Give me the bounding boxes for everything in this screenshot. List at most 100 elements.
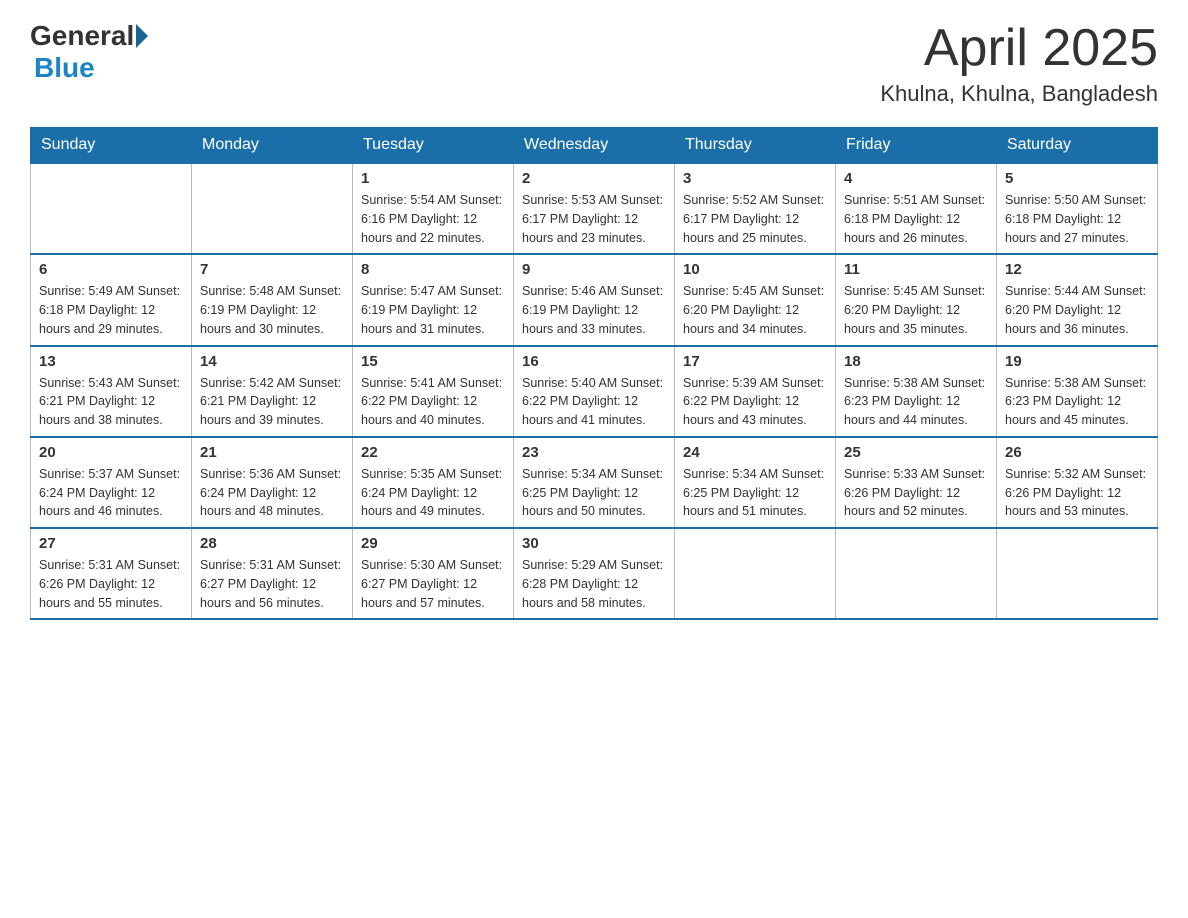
calendar-cell: 16Sunrise: 5:40 AM Sunset: 6:22 PM Dayli… [514,346,675,437]
calendar-cell: 8Sunrise: 5:47 AM Sunset: 6:19 PM Daylig… [353,254,514,345]
calendar-week-row: 13 Sunrise: 5:43 AM Sunset: 6:21 PM Dayli… [31,346,1158,437]
day-number: 18 [844,353,988,370]
calendar-cell: 5 Sunrise: 5:50 AM Sunset: 6:18 PM Daylig… [997,163,1158,254]
day-number: 16 [522,353,666,370]
day-number: 20 [39,444,183,461]
calendar-week-row: 6Sunrise: 5:49 AM Sunset: 6:18 PM Daylig… [31,254,1158,345]
day-info: Sunrise: 5:45 AM Sunset: 6:20 PM Dayligh… [683,282,827,338]
day-info: Sunrise: 5:32 AM Sunset: 6:26 PM Dayligh… [1005,465,1149,521]
day-info: Sunrise: 5:31 AM Sunset: 6:27 PM Dayligh… [200,556,344,612]
day-number: 27 [39,535,183,552]
day-number: 21 [200,444,344,461]
day-number: 9 [522,261,666,278]
day-info: Sunrise: 5:43 AM Sunset: 6:21 PM Dayligh… [39,374,183,430]
calendar-week-row: 27 Sunrise: 5:31 AM Sunset: 6:26 PM Dayli… [31,528,1158,619]
day-number: 15 [361,353,505,370]
calendar-week-row: 20 Sunrise: 5:37 AM Sunset: 6:24 PM Dayli… [31,437,1158,528]
day-info: Sunrise: 5:48 AM Sunset: 6:19 PM Dayligh… [200,282,344,338]
calendar-cell: 21 Sunrise: 5:36 AM Sunset: 6:24 PM Dayli… [192,437,353,528]
day-number: 1 [361,170,505,187]
day-info: Sunrise: 5:35 AM Sunset: 6:24 PM Dayligh… [361,465,505,521]
day-info: Sunrise: 5:54 AM Sunset: 6:16 PM Dayligh… [361,191,505,247]
weekday-header-thursday: Thursday [675,128,836,164]
day-number: 24 [683,444,827,461]
weekday-header-tuesday: Tuesday [353,128,514,164]
day-info: Sunrise: 5:38 AM Sunset: 6:23 PM Dayligh… [844,374,988,430]
day-number: 6 [39,261,183,278]
day-info: Sunrise: 5:37 AM Sunset: 6:24 PM Dayligh… [39,465,183,521]
calendar-cell: 19 Sunrise: 5:38 AM Sunset: 6:23 PM Dayli… [997,346,1158,437]
day-number: 30 [522,535,666,552]
calendar-cell: 1 Sunrise: 5:54 AM Sunset: 6:16 PM Daylig… [353,163,514,254]
day-number: 19 [1005,353,1149,370]
logo-blue-text: Blue [34,52,95,84]
calendar-cell: 12Sunrise: 5:44 AM Sunset: 6:20 PM Dayli… [997,254,1158,345]
day-info: Sunrise: 5:31 AM Sunset: 6:26 PM Dayligh… [39,556,183,612]
day-number: 3 [683,170,827,187]
calendar-cell: 22 Sunrise: 5:35 AM Sunset: 6:24 PM Dayli… [353,437,514,528]
logo-general-text: General [30,20,134,52]
calendar-cell [675,528,836,619]
weekday-header-monday: Monday [192,128,353,164]
day-number: 5 [1005,170,1149,187]
calendar-cell: 13 Sunrise: 5:43 AM Sunset: 6:21 PM Dayli… [31,346,192,437]
day-info: Sunrise: 5:46 AM Sunset: 6:19 PM Dayligh… [522,282,666,338]
day-number: 26 [1005,444,1149,461]
day-info: Sunrise: 5:51 AM Sunset: 6:18 PM Dayligh… [844,191,988,247]
day-number: 7 [200,261,344,278]
calendar-cell: 29 Sunrise: 5:30 AM Sunset: 6:27 PM Dayli… [353,528,514,619]
title-area: April 2025 Khulna, Khulna, Bangladesh [880,20,1158,107]
day-info: Sunrise: 5:39 AM Sunset: 6:22 PM Dayligh… [683,374,827,430]
calendar-cell: 15Sunrise: 5:41 AM Sunset: 6:22 PM Dayli… [353,346,514,437]
day-info: Sunrise: 5:29 AM Sunset: 6:28 PM Dayligh… [522,556,666,612]
day-number: 25 [844,444,988,461]
logo: General Blue [30,20,148,84]
day-info: Sunrise: 5:42 AM Sunset: 6:21 PM Dayligh… [200,374,344,430]
calendar-cell: 6Sunrise: 5:49 AM Sunset: 6:18 PM Daylig… [31,254,192,345]
logo-triangle-icon [136,24,148,48]
calendar-cell [192,163,353,254]
day-info: Sunrise: 5:53 AM Sunset: 6:17 PM Dayligh… [522,191,666,247]
weekday-header-row: SundayMondayTuesdayWednesdayThursdayFrid… [31,128,1158,164]
weekday-header-sunday: Sunday [31,128,192,164]
calendar-cell [997,528,1158,619]
day-info: Sunrise: 5:34 AM Sunset: 6:25 PM Dayligh… [683,465,827,521]
day-number: 29 [361,535,505,552]
calendar-cell [31,163,192,254]
day-info: Sunrise: 5:45 AM Sunset: 6:20 PM Dayligh… [844,282,988,338]
page-header: General Blue April 2025 Khulna, Khulna, … [30,20,1158,107]
day-info: Sunrise: 5:38 AM Sunset: 6:23 PM Dayligh… [1005,374,1149,430]
calendar-cell: 9 Sunrise: 5:46 AM Sunset: 6:19 PM Daylig… [514,254,675,345]
day-number: 4 [844,170,988,187]
day-number: 22 [361,444,505,461]
calendar-cell: 26 Sunrise: 5:32 AM Sunset: 6:26 PM Dayli… [997,437,1158,528]
day-number: 23 [522,444,666,461]
calendar-cell: 24 Sunrise: 5:34 AM Sunset: 6:25 PM Dayli… [675,437,836,528]
calendar-cell: 3 Sunrise: 5:52 AM Sunset: 6:17 PM Daylig… [675,163,836,254]
calendar-cell: 23 Sunrise: 5:34 AM Sunset: 6:25 PM Dayli… [514,437,675,528]
day-info: Sunrise: 5:44 AM Sunset: 6:20 PM Dayligh… [1005,282,1149,338]
day-info: Sunrise: 5:50 AM Sunset: 6:18 PM Dayligh… [1005,191,1149,247]
calendar-body: 1 Sunrise: 5:54 AM Sunset: 6:16 PM Daylig… [31,163,1158,619]
day-info: Sunrise: 5:30 AM Sunset: 6:27 PM Dayligh… [361,556,505,612]
day-info: Sunrise: 5:47 AM Sunset: 6:19 PM Dayligh… [361,282,505,338]
day-info: Sunrise: 5:34 AM Sunset: 6:25 PM Dayligh… [522,465,666,521]
calendar-cell: 14Sunrise: 5:42 AM Sunset: 6:21 PM Dayli… [192,346,353,437]
day-info: Sunrise: 5:52 AM Sunset: 6:17 PM Dayligh… [683,191,827,247]
location-title: Khulna, Khulna, Bangladesh [880,81,1158,107]
calendar-cell: 2 Sunrise: 5:53 AM Sunset: 6:17 PM Daylig… [514,163,675,254]
day-number: 28 [200,535,344,552]
day-number: 13 [39,353,183,370]
calendar-cell: 7 Sunrise: 5:48 AM Sunset: 6:19 PM Daylig… [192,254,353,345]
day-number: 10 [683,261,827,278]
calendar-header: SundayMondayTuesdayWednesdayThursdayFrid… [31,128,1158,164]
calendar-cell: 20 Sunrise: 5:37 AM Sunset: 6:24 PM Dayli… [31,437,192,528]
day-number: 11 [844,261,988,278]
day-number: 2 [522,170,666,187]
calendar-cell: 10 Sunrise: 5:45 AM Sunset: 6:20 PM Dayli… [675,254,836,345]
calendar-cell: 28 Sunrise: 5:31 AM Sunset: 6:27 PM Dayli… [192,528,353,619]
calendar-week-row: 1 Sunrise: 5:54 AM Sunset: 6:16 PM Daylig… [31,163,1158,254]
day-info: Sunrise: 5:36 AM Sunset: 6:24 PM Dayligh… [200,465,344,521]
calendar-cell: 30 Sunrise: 5:29 AM Sunset: 6:28 PM Dayli… [514,528,675,619]
calendar-cell: 27 Sunrise: 5:31 AM Sunset: 6:26 PM Dayli… [31,528,192,619]
